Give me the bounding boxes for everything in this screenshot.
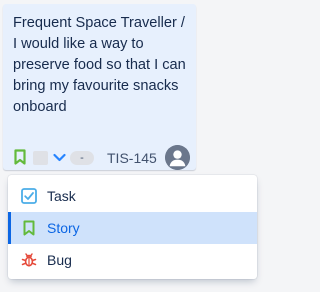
card-summary: Frequent Space Traveller / I would like … (13, 15, 186, 115)
default-user-avatar-icon (165, 145, 190, 170)
card-footer: - TIS-145 (3, 142, 196, 170)
story-bookmark-icon (23, 220, 35, 236)
task-checkbox-icon (21, 188, 37, 204)
story-bookmark-icon[interactable] (14, 149, 26, 165)
priority-low-chevron-icon (53, 153, 66, 162)
menu-item-label: Task (47, 188, 76, 204)
issue-key[interactable]: TIS-145 (107, 150, 157, 166)
issue-type-menu: Task Story Bug (8, 175, 257, 279)
menu-item-label: Story (47, 220, 80, 236)
assignee-avatar[interactable] (165, 145, 190, 170)
issue-card[interactable]: Frequent Space Traveller / I would like … (3, 4, 196, 170)
story-points-badge: - (70, 151, 94, 165)
menu-item-bug[interactable]: Bug (8, 244, 257, 276)
menu-item-story[interactable]: Story (8, 212, 257, 244)
menu-item-label: Bug (47, 252, 72, 268)
bug-icon (21, 253, 37, 267)
epic-placeholder-chip[interactable] (33, 151, 48, 165)
menu-item-task[interactable]: Task (8, 180, 257, 212)
